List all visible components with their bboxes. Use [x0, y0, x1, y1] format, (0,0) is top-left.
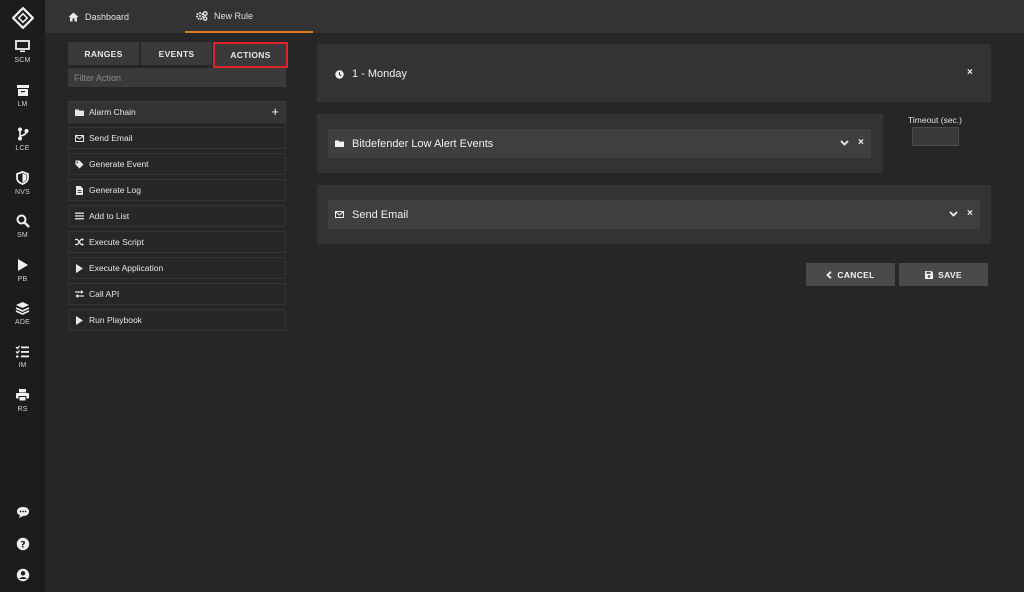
action-item-add-to-list[interactable]: Add to List: [68, 205, 286, 227]
nav-item-lce[interactable]: LCE: [0, 127, 45, 152]
top-tab-bar: Dashboard New Rule: [45, 0, 1024, 33]
add-icon[interactable]: +: [271, 105, 279, 119]
nav-label: SCM: [14, 57, 31, 64]
chevron-left-icon: [826, 270, 832, 279]
archive-icon: [16, 85, 29, 96]
envelope-icon: [335, 211, 344, 218]
action-label: Send Email: [89, 133, 133, 143]
shuffle-icon: [75, 238, 84, 246]
action-label: Alarm Chain: [89, 107, 136, 117]
nav-item-scm[interactable]: SCM: [0, 40, 45, 64]
nav-label: RS: [17, 406, 28, 413]
action-item-run-playbook[interactable]: Run Playbook: [68, 309, 286, 331]
action-card: Send Email ×: [317, 185, 991, 244]
remove-event-close-icon[interactable]: ×: [858, 137, 864, 148]
tag-icon: [75, 160, 84, 168]
left-navigation: SCM LM LCE NVS SM PB ADE IM RS ?: [0, 0, 45, 592]
printer-icon: [16, 389, 29, 402]
nav-item-nvs[interactable]: NVS: [0, 171, 45, 196]
save-button[interactable]: SAVE: [899, 263, 988, 286]
action-label: Execute Application: [89, 263, 164, 273]
range-title: 1 - Monday: [352, 68, 408, 80]
folder-icon: [75, 109, 84, 116]
file-icon: [76, 185, 83, 195]
action-item-generate-event[interactable]: Generate Event: [68, 153, 286, 175]
shield-icon: [16, 171, 29, 185]
segment-actions[interactable]: ACTIONS: [213, 42, 288, 68]
action-item-execute-application[interactable]: Execute Application: [68, 257, 286, 279]
layers-icon: [15, 302, 30, 315]
save-label: SAVE: [938, 269, 962, 280]
remove-range-close-icon[interactable]: ×: [967, 67, 973, 78]
action-row: Send Email ×: [328, 200, 980, 229]
gears-icon: [196, 10, 208, 21]
nav-item-pb[interactable]: PB: [0, 258, 45, 283]
checklist-icon: [15, 345, 29, 358]
chat-button[interactable]: [0, 506, 45, 519]
user-icon: [16, 568, 29, 582]
user-button[interactable]: [0, 568, 45, 582]
nav-item-sm[interactable]: SM: [0, 214, 45, 239]
monitor-icon: [15, 40, 30, 53]
play-icon: [76, 315, 83, 325]
action-label: Generate Log: [89, 185, 141, 195]
nav-item-rs[interactable]: RS: [0, 388, 45, 413]
home-icon: [68, 12, 79, 21]
action-item-execute-script[interactable]: Execute Script: [68, 231, 286, 253]
nav-label: SM: [17, 232, 28, 239]
action-item-alarm-chain[interactable]: Alarm Chain +: [68, 101, 286, 123]
nav-label: LM: [17, 101, 28, 108]
action-label: Execute Script: [89, 237, 144, 247]
list-icon: [75, 212, 84, 220]
chat-icon: [16, 507, 29, 518]
cancel-button[interactable]: CANCEL: [806, 263, 895, 286]
tab-label: Dashboard: [85, 11, 130, 22]
chevron-down-icon[interactable]: [840, 140, 849, 146]
action-label: Add to List: [89, 211, 130, 221]
event-row: Bitdefender Low Alert Events ×: [328, 129, 871, 158]
app-logo-icon[interactable]: [12, 7, 34, 29]
nav-label: IM: [18, 362, 27, 369]
segment-ranges[interactable]: RANGES: [68, 42, 139, 65]
tab-dashboard[interactable]: Dashboard: [68, 0, 168, 33]
svg-text:?: ?: [20, 540, 25, 550]
action-label: Generate Event: [89, 159, 149, 169]
envelope-icon: [75, 134, 84, 142]
nav-label: ADE: [15, 319, 30, 326]
play-icon: [76, 263, 83, 273]
folder-icon: [335, 140, 344, 147]
exchange-icon: [75, 290, 84, 298]
play-icon: [17, 259, 28, 271]
action-item-generate-log[interactable]: Generate Log: [68, 179, 286, 201]
nav-item-lm[interactable]: LM: [0, 84, 45, 108]
nav-item-im[interactable]: IM: [0, 345, 45, 369]
event-title: Bitdefender Low Alert Events: [352, 137, 494, 150]
clock-icon: [335, 69, 344, 79]
tab-label: New Rule: [214, 10, 254, 21]
action-item-call-api[interactable]: Call API: [68, 283, 286, 305]
range-card: 1 - Monday ×: [317, 44, 991, 102]
event-card: Bitdefender Low Alert Events ×: [317, 114, 883, 173]
remove-action-close-icon[interactable]: ×: [967, 208, 973, 219]
nav-item-ade[interactable]: ADE: [0, 301, 45, 326]
cancel-label: CANCEL: [837, 269, 875, 280]
nav-label: PB: [17, 276, 28, 283]
save-icon: [925, 270, 934, 279]
nav-label: NVS: [15, 189, 30, 196]
action-title: Send Email: [352, 208, 409, 221]
branch-icon: [17, 127, 28, 141]
action-item-send-email[interactable]: Send Email: [68, 127, 286, 149]
filter-action-input[interactable]: [68, 68, 286, 87]
nav-label: LCE: [15, 145, 30, 152]
search-icon: [16, 214, 30, 228]
segment-events[interactable]: EVENTS: [141, 42, 212, 65]
chevron-down-icon[interactable]: [949, 211, 958, 217]
timeout-label: Timeout (sec.): [908, 115, 963, 125]
timeout-input[interactable]: [912, 127, 959, 146]
help-icon: ?: [16, 537, 29, 550]
action-label: Run Playbook: [89, 315, 142, 325]
action-label: Call API: [89, 289, 120, 299]
tab-new-rule[interactable]: New Rule: [185, 0, 313, 33]
help-button[interactable]: ?: [0, 537, 45, 551]
